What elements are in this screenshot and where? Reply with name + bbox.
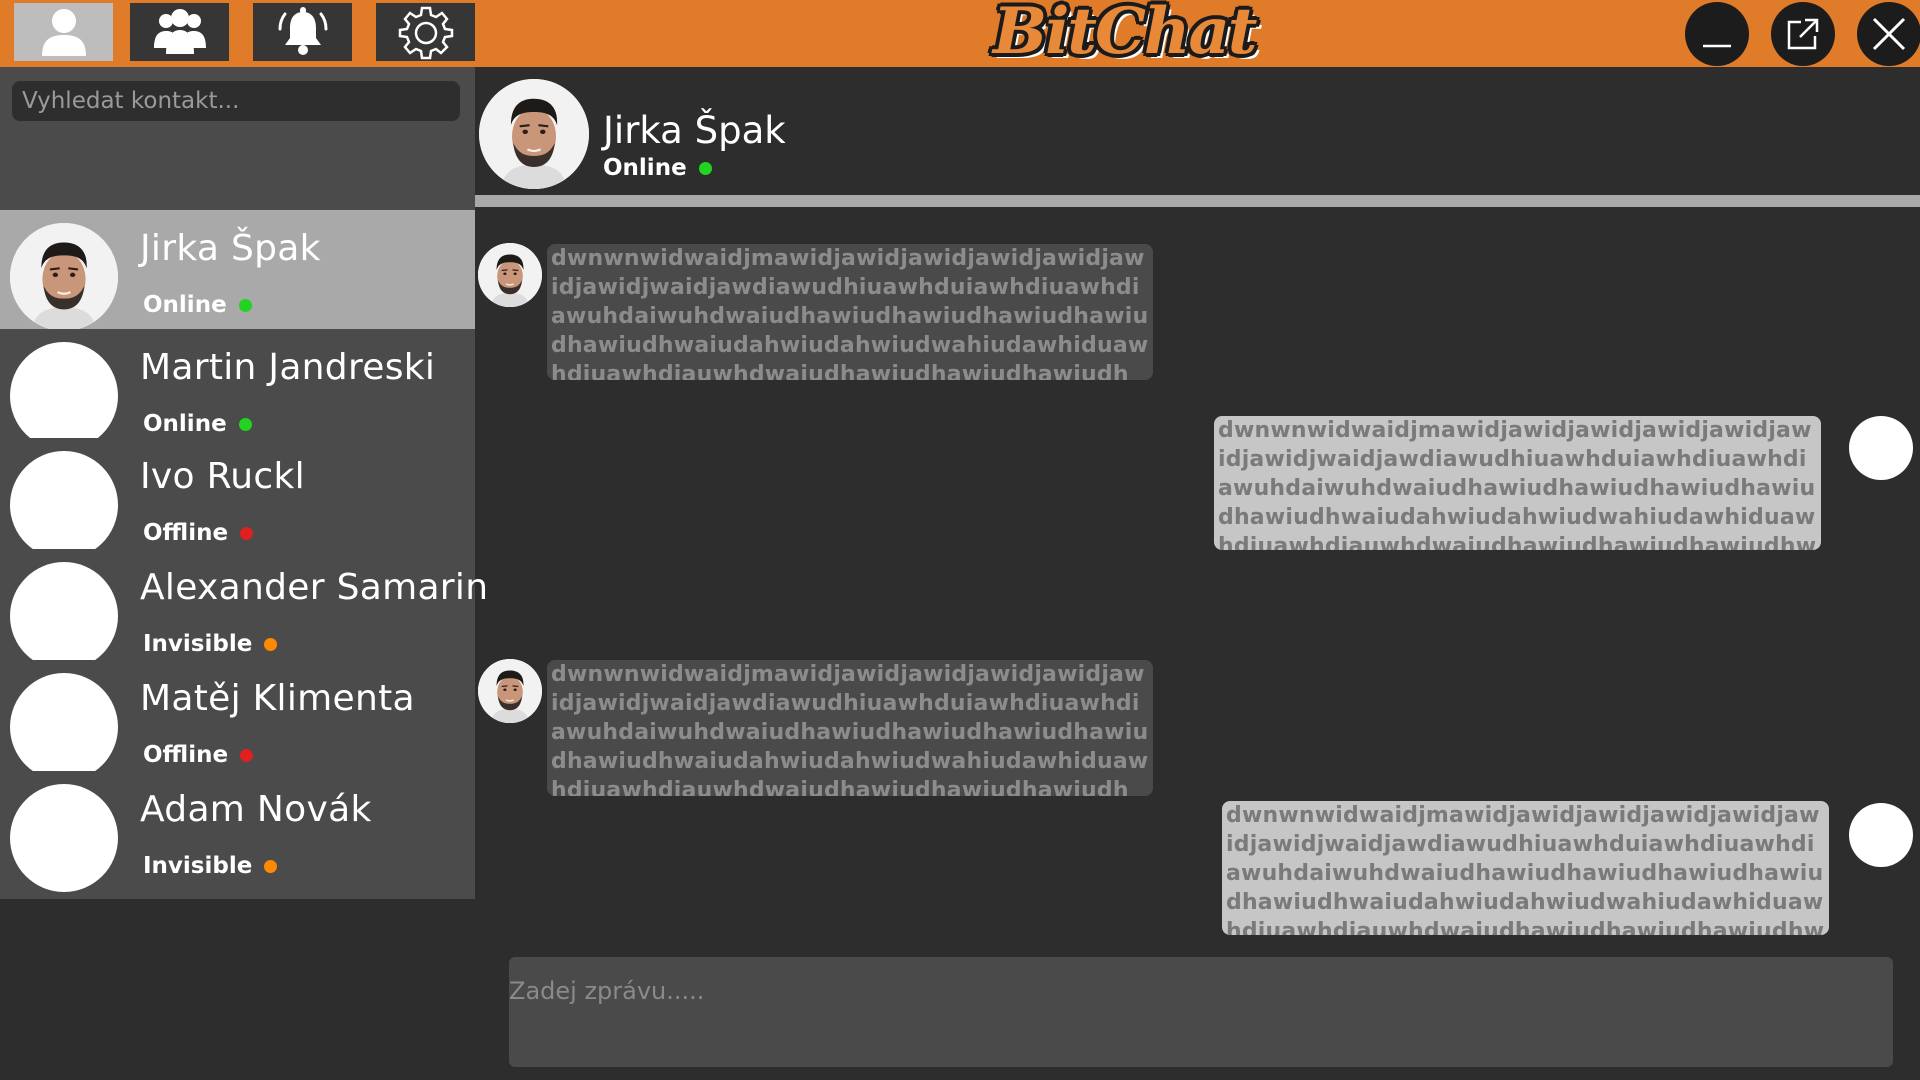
contact-item[interactable]: Ivo Ruckl Offline xyxy=(0,438,475,566)
status-dot-icon xyxy=(264,859,278,873)
contact-name: Ivo Ruckl xyxy=(140,456,305,497)
contact-name: Adam Novák xyxy=(140,789,372,830)
message-bubble-outgoing: dwnwnwidwaidjmawidjawidjawidjawidjawidja… xyxy=(1214,416,1821,550)
contact-search-input[interactable] xyxy=(12,81,460,121)
contact-status-label: Online xyxy=(143,292,227,318)
contact-item[interactable]: Jirka Špak Online xyxy=(0,210,475,338)
status-dot-icon xyxy=(238,298,252,312)
app-logo: BitChat xyxy=(993,0,1257,69)
status-dot-icon xyxy=(264,637,278,651)
chat-partner-status-label: Online xyxy=(603,155,687,181)
profile-tab-button[interactable] xyxy=(14,3,113,61)
message-avatar xyxy=(478,243,542,307)
face-avatar-icon xyxy=(478,243,542,307)
message-bubble-incoming: dwnwnwidwaidjmawidjawidjawidjawidjawidja… xyxy=(547,660,1153,796)
popout-icon xyxy=(1787,18,1819,50)
message-avatar xyxy=(1849,803,1913,867)
contact-name: Matěj Klimenta xyxy=(140,678,415,719)
contact-status: Online xyxy=(143,411,252,437)
chat-header: Jirka Špak Online xyxy=(475,67,1920,195)
close-icon xyxy=(1872,17,1906,51)
contact-status: Online xyxy=(143,292,252,318)
settings-tab-button[interactable] xyxy=(376,3,475,61)
status-dot-icon xyxy=(238,417,252,431)
contact-avatar xyxy=(10,784,118,892)
contact-name: Martin Jandreski xyxy=(140,347,436,388)
minimize-button[interactable] xyxy=(1685,2,1749,66)
message-avatar xyxy=(478,659,542,723)
chat-partner-status: Online xyxy=(603,155,712,181)
contact-avatar xyxy=(10,451,118,559)
contact-status: Offline xyxy=(143,520,254,546)
face-avatar-icon xyxy=(478,659,542,723)
contact-status: Offline xyxy=(143,742,254,768)
contact-avatar xyxy=(10,562,118,670)
status-dot-icon xyxy=(240,748,254,762)
contact-avatar xyxy=(10,223,118,331)
top-bar: BitChat xyxy=(0,0,1920,69)
status-dot-icon xyxy=(240,526,254,540)
bell-icon xyxy=(278,7,327,55)
chat-partner-name: Jirka Špak xyxy=(603,109,786,152)
contact-item[interactable]: Matěj Klimenta Offline xyxy=(0,660,475,788)
chat-partner-avatar[interactable] xyxy=(479,79,589,189)
contact-status-label: Offline xyxy=(143,520,229,546)
message-bubble-outgoing: dwnwnwidwaidjmawidjawidjawidjawidjawidja… xyxy=(1222,801,1829,935)
user-icon xyxy=(41,9,86,56)
contact-status-label: Invisible xyxy=(143,853,253,879)
contact-item[interactable]: Adam Novák Invisible xyxy=(0,771,475,899)
contact-name: Jirka Špak xyxy=(140,228,321,269)
header-divider xyxy=(475,195,1920,207)
notifications-tab-button[interactable] xyxy=(253,3,352,61)
message-bubble-incoming: dwnwnwidwaidjmawidjawidjawidjawidjawidja… xyxy=(547,244,1153,380)
status-dot-icon xyxy=(698,161,712,175)
groups-tab-button[interactable] xyxy=(130,3,229,61)
face-avatar-icon xyxy=(479,79,589,189)
contact-status-label: Invisible xyxy=(143,631,253,657)
contact-status-label: Online xyxy=(143,411,227,437)
popout-button[interactable] xyxy=(1771,2,1835,66)
message-avatar xyxy=(1849,416,1913,480)
close-button[interactable] xyxy=(1857,2,1920,66)
face-avatar-icon xyxy=(10,223,118,331)
contacts-sidebar: Jirka ŠpakOnlineMartin JandreskiOnlineIv… xyxy=(0,67,488,1080)
contact-avatar xyxy=(10,342,118,450)
group-icon xyxy=(153,9,206,54)
contact-avatar xyxy=(10,673,118,781)
message-input[interactable] xyxy=(509,957,1893,1067)
contact-status-label: Offline xyxy=(143,742,229,768)
contact-status: Invisible xyxy=(143,631,278,657)
minimize-icon xyxy=(1703,44,1731,48)
gear-icon xyxy=(398,6,453,60)
contact-item[interactable]: Alexander Samarin Invisible xyxy=(0,549,488,677)
contact-status: Invisible xyxy=(143,853,278,879)
contact-name: Alexander Samarin xyxy=(140,567,489,608)
